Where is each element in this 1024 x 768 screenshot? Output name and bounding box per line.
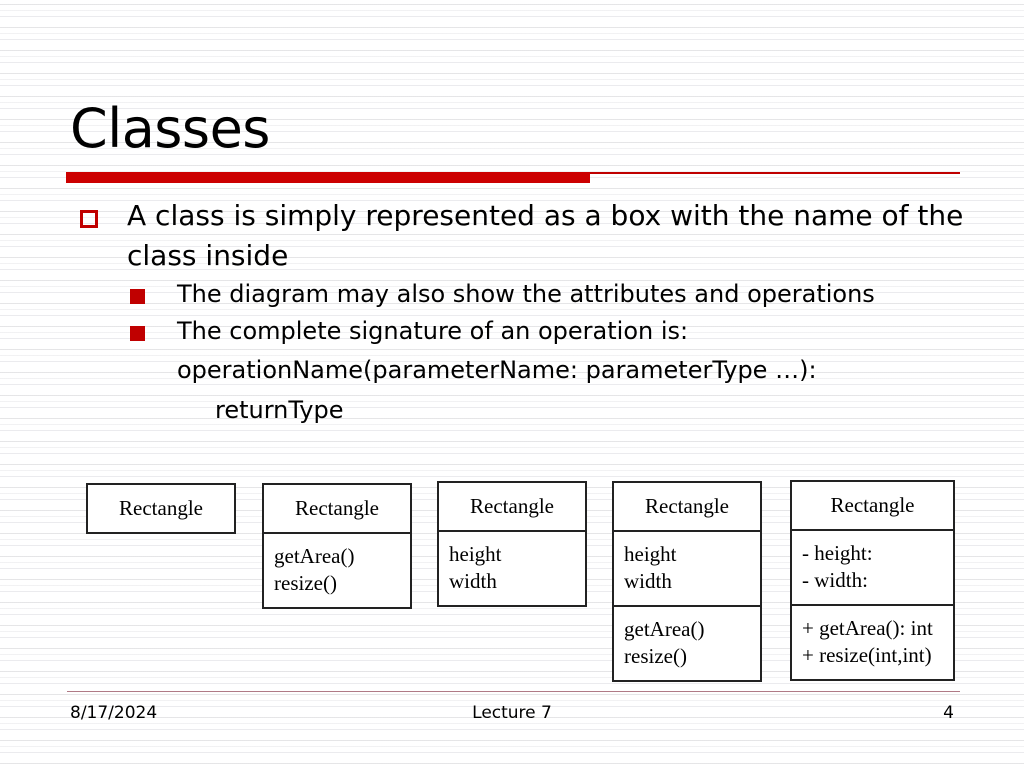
uml-operation: resize() <box>274 571 337 595</box>
slide-footer: 8/17/2024 Lecture 7 4 <box>0 703 1024 729</box>
uml-attributes-compartment: - height: - width: <box>792 529 953 604</box>
signature-line-2: returnType <box>215 396 344 424</box>
uml-operation: getArea() <box>274 544 355 568</box>
slide-canvas: Classes A class is simply represented as… <box>0 0 1024 768</box>
uml-operation: + resize(int,int) <box>802 643 932 667</box>
uml-attribute: - width: <box>802 568 868 592</box>
uml-attribute: width <box>624 569 672 593</box>
uml-attribute: width <box>449 569 497 593</box>
list-item: The diagram may also show the attributes… <box>0 276 977 313</box>
bullet-text: A class is simply represented as a box w… <box>127 199 964 272</box>
uml-class-name: Rectangle <box>295 496 379 520</box>
uml-operations-compartment: + getArea(): int + resize(int,int) <box>792 604 953 679</box>
uml-class-name: Rectangle <box>645 494 729 518</box>
filled-square-bullet-icon <box>130 289 145 304</box>
uml-attributes-compartment: height width <box>614 530 760 605</box>
signature-line-1: operationName(parameterName: parameterTy… <box>177 356 817 384</box>
hollow-square-bullet-icon <box>80 210 98 228</box>
uml-class-name: Rectangle <box>470 494 554 518</box>
uml-class-name: Rectangle <box>830 493 915 517</box>
uml-operation: getArea() <box>624 617 705 641</box>
footer-page-number: 4 <box>943 703 954 723</box>
uml-attribute: height <box>449 542 502 566</box>
bullet-text: The diagram may also show the attributes… <box>177 280 875 308</box>
bullet-text: The complete signature of an operation i… <box>177 317 689 345</box>
uml-class-box[interactable]: Rectangle height width getArea() resize(… <box>612 481 762 682</box>
signature-example: operationName(parameterName: parameterTy… <box>0 350 1007 430</box>
uml-class-box[interactable]: Rectangle getArea() resize() <box>262 483 412 609</box>
uml-attribute: height <box>624 542 677 566</box>
uml-attribute: - height: <box>802 541 873 565</box>
slide-body: A class is simply represented as a box w… <box>0 196 1024 430</box>
page-title: Classes <box>70 97 270 160</box>
uml-class-box[interactable]: Rectangle height width <box>437 481 587 607</box>
title-underline-thick <box>66 172 590 183</box>
uml-class-box[interactable]: Rectangle <box>86 483 236 534</box>
list-item: The complete signature of an operation i… <box>0 313 977 350</box>
uml-class-name: Rectangle <box>119 496 203 520</box>
uml-operations-compartment: getArea() resize() <box>614 605 760 680</box>
list-item: A class is simply represented as a box w… <box>0 196 972 276</box>
uml-operation: resize() <box>624 644 687 668</box>
footer-title: Lecture 7 <box>472 703 552 723</box>
uml-operation: + getArea(): int <box>802 616 933 640</box>
uml-class-box[interactable]: Rectangle - height: - width: + getArea()… <box>790 480 955 681</box>
filled-square-bullet-icon <box>130 326 145 341</box>
uml-attributes-compartment: height width <box>439 530 585 605</box>
footer-divider <box>67 691 960 692</box>
uml-operations-compartment: getArea() resize() <box>264 532 410 607</box>
